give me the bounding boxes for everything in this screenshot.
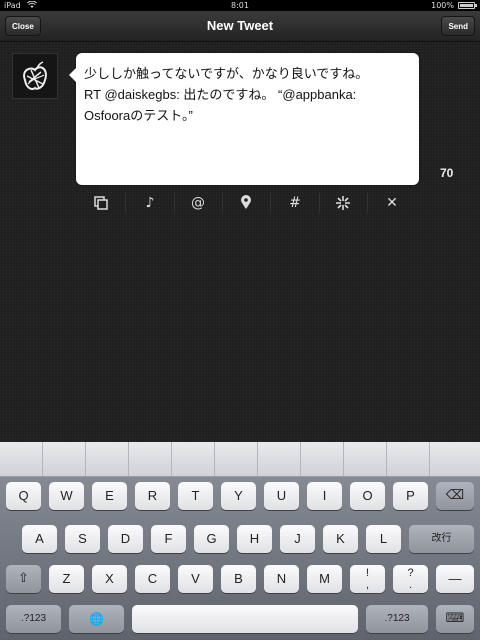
- key-k[interactable]: K: [323, 525, 358, 553]
- candidate-cell[interactable]: [172, 442, 215, 476]
- key-v[interactable]: V: [178, 565, 213, 593]
- key-exclaim-comma[interactable]: ! ,: [350, 565, 385, 593]
- shift-key[interactable]: ⇧: [6, 565, 41, 593]
- key-s[interactable]: S: [65, 525, 100, 553]
- key-h[interactable]: H: [237, 525, 272, 553]
- music-note-icon[interactable]: ♪: [135, 191, 165, 215]
- navigation-bar: New Tweet Close Send: [0, 11, 480, 42]
- candidate-cell[interactable]: [258, 442, 301, 476]
- key-u[interactable]: U: [264, 482, 299, 510]
- key-l[interactable]: L: [366, 525, 401, 553]
- character-count: 70: [440, 166, 454, 180]
- battery-percent: 100%: [431, 1, 454, 10]
- tweet-text-line: 少ししか触ってないですが、かなり良いですね。: [84, 66, 369, 81]
- key-t[interactable]: T: [178, 482, 213, 510]
- key-p[interactable]: P: [393, 482, 428, 510]
- space-bar[interactable]: [132, 605, 358, 633]
- on-screen-keyboard: Q W E R T Y U I O P ⌫ A S D F G H J K L …: [0, 442, 480, 640]
- candidate-cell[interactable]: [301, 442, 344, 476]
- mention-icon[interactable]: @: [183, 191, 213, 215]
- compose-toolbar: ♪ @ # ✕: [78, 189, 418, 217]
- tweet-text-field[interactable]: 少ししか触ってないですが、かなり良いですね。 RT @daiskegbs: 出た…: [69, 53, 419, 185]
- key-n[interactable]: N: [264, 565, 299, 593]
- candidate-cell[interactable]: [430, 442, 480, 476]
- dismiss-keyboard-icon[interactable]: ⌨: [436, 605, 474, 633]
- key-top-char: !: [365, 567, 370, 579]
- key-o[interactable]: O: [350, 482, 385, 510]
- key-x[interactable]: X: [92, 565, 127, 593]
- key-y[interactable]: Y: [221, 482, 256, 510]
- key-dash[interactable]: —: [436, 565, 474, 593]
- backspace-key[interactable]: ⌫: [436, 482, 474, 510]
- key-i[interactable]: I: [307, 482, 342, 510]
- avatar[interactable]: [12, 53, 58, 99]
- key-w[interactable]: W: [49, 482, 84, 510]
- key-g[interactable]: G: [194, 525, 229, 553]
- candidate-cell[interactable]: [215, 442, 258, 476]
- candidate-cell[interactable]: [0, 442, 43, 476]
- clear-icon[interactable]: ✕: [377, 191, 407, 215]
- key-m[interactable]: M: [307, 565, 342, 593]
- toolbar-divider: [270, 193, 271, 213]
- key-bottom-char: ,: [365, 579, 370, 591]
- candidate-bar: [0, 442, 480, 477]
- status-bar: iPad 8:01 100%: [0, 0, 480, 11]
- send-button[interactable]: Send: [441, 16, 475, 36]
- apple-scribble-icon: [23, 61, 47, 90]
- numbers-key-right[interactable]: .?123: [366, 605, 428, 633]
- toolbar-divider: [367, 193, 368, 213]
- location-pin-icon[interactable]: [231, 191, 261, 215]
- key-question-period[interactable]: ? .: [393, 565, 428, 593]
- key-r[interactable]: R: [135, 482, 170, 510]
- key-bottom-char: .: [408, 579, 413, 591]
- close-button[interactable]: Close: [5, 16, 41, 36]
- key-c[interactable]: C: [135, 565, 170, 593]
- candidate-cell[interactable]: [387, 442, 430, 476]
- tweet-text-line: RT @daiskegbs: 出たのですね。 “@appbanka:: [84, 87, 357, 102]
- key-d[interactable]: D: [108, 525, 143, 553]
- key-a[interactable]: A: [22, 525, 57, 553]
- numbers-key-left[interactable]: .?123: [6, 605, 61, 633]
- battery-icon: [458, 2, 477, 9]
- key-q[interactable]: Q: [6, 482, 41, 510]
- compose-area: 少ししか触ってないですが、かなり良いですね。 RT @daiskegbs: 出た…: [0, 42, 480, 442]
- toolbar-divider: [222, 193, 223, 213]
- candidate-cell[interactable]: [129, 442, 172, 476]
- copy-icon[interactable]: [86, 191, 116, 215]
- candidate-cell[interactable]: [43, 442, 86, 476]
- key-e[interactable]: E: [92, 482, 127, 510]
- key-b[interactable]: B: [221, 565, 256, 593]
- globe-icon[interactable]: 🌐: [69, 605, 124, 633]
- candidate-cell[interactable]: [86, 442, 129, 476]
- shorten-link-icon[interactable]: [328, 191, 358, 215]
- toolbar-divider: [319, 193, 320, 213]
- key-f[interactable]: F: [151, 525, 186, 553]
- key-z[interactable]: Z: [49, 565, 84, 593]
- page-title: New Tweet: [206, 18, 274, 33]
- hashtag-icon[interactable]: #: [280, 191, 310, 215]
- key-top-char: ?: [407, 567, 414, 579]
- tweet-text-line: Osfooraのテスト。”: [84, 108, 193, 123]
- clock: 8:01: [231, 1, 249, 10]
- candidate-cell[interactable]: [344, 442, 387, 476]
- return-key[interactable]: 改行: [409, 525, 474, 553]
- key-j[interactable]: J: [280, 525, 315, 553]
- toolbar-divider: [174, 193, 175, 213]
- toolbar-divider: [125, 193, 126, 213]
